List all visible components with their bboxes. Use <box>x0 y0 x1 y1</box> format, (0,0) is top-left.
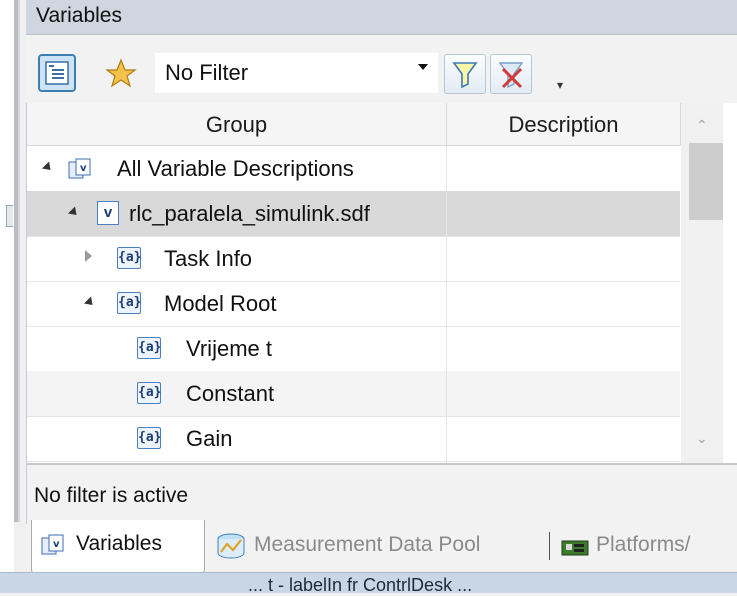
tab-separator <box>549 532 550 560</box>
tree-view-icon <box>45 61 69 85</box>
edit-filter-button[interactable] <box>444 54 486 94</box>
left-window-edge <box>0 0 14 592</box>
panel-title: Variables <box>36 4 122 27</box>
filter-dropdown-value: No Filter <box>165 60 249 85</box>
tree-row-label: Vrijeme t <box>186 336 272 361</box>
tab-variables-label: Variables <box>76 532 162 555</box>
clear-filter-button[interactable] <box>490 54 532 94</box>
variable-file-icon: v <box>97 201 119 225</box>
tree-row[interactable]: {a} Task Info <box>27 236 680 282</box>
panel-title-bar <box>26 0 737 35</box>
svg-text:v: v <box>53 539 60 550</box>
variable-block-icon: {a} <box>117 292 141 314</box>
column-header-description[interactable]: Description <box>447 103 681 146</box>
variable-block-icon: {a} <box>117 247 141 269</box>
tab-variables[interactable]: v Variables <box>31 520 205 573</box>
collapsed-arrow-icon[interactable] <box>85 250 92 262</box>
tree-row[interactable]: {a} Vrijeme t <box>27 326 680 372</box>
expanded-arrow-icon[interactable] <box>83 296 97 309</box>
svg-text:v: v <box>80 163 87 174</box>
variable-block-icon: {a} <box>137 427 161 449</box>
tree-row-label: Gain <box>186 426 233 451</box>
variables-tab-icon: v <box>41 534 64 555</box>
column-header-group[interactable]: Group <box>27 103 447 146</box>
description-column-divider <box>446 146 447 463</box>
funnel-icon <box>452 62 478 89</box>
variable-block-icon: {a} <box>137 337 161 359</box>
tree-row[interactable]: {a} Model Root <box>27 281 680 327</box>
column-header-description-label: Description <box>508 112 619 137</box>
column-header-group-label: Group <box>205 112 268 137</box>
filter-status-text: No filter is active <box>34 484 189 507</box>
favorites-button[interactable] <box>103 56 139 90</box>
toolbar-overflow-icon[interactable]: ▾ <box>557 78 563 92</box>
bottom-window-title: ... t - labelIn fr ContrlDesk ... <box>248 575 473 595</box>
tree-row-label: rlc_paralela_simulink.sdf <box>129 201 370 226</box>
scroll-down-icon[interactable]: ⌄ <box>696 430 708 447</box>
variable-group-icon: v <box>68 158 91 179</box>
tree-row[interactable]: {a} Constant <box>27 371 680 417</box>
splitter-handle[interactable] <box>6 205 13 227</box>
scrollbar-thumb[interactable] <box>689 143 723 220</box>
tree-row-label: All Variable Descriptions <box>117 156 354 181</box>
tree-view-button[interactable] <box>38 54 76 92</box>
tree-row[interactable]: v rlc_paralela_simulink.sdf <box>27 191 680 237</box>
tree-row[interactable]: v All Variable Descriptions <box>27 146 680 192</box>
variable-block-icon: {a} <box>137 382 161 404</box>
tree-row[interactable]: {a} Gain <box>27 416 680 462</box>
tree-row-label: Model Root <box>164 291 277 316</box>
chevron-down-icon[interactable] <box>418 64 428 70</box>
measurement-data-pool-icon <box>217 533 245 559</box>
funnel-clear-icon <box>498 62 524 89</box>
tree-row-label: Constant <box>186 381 275 406</box>
platforms-icon <box>561 540 589 556</box>
expanded-arrow-icon[interactable] <box>67 206 81 219</box>
tab-measurement-data-pool[interactable]: Measurement Data Pool <box>254 533 480 557</box>
tab-platforms[interactable]: Platforms/ <box>596 533 691 557</box>
left-divider-highlight <box>18 0 20 522</box>
scroll-up-icon[interactable]: ⌃ <box>696 117 708 134</box>
expanded-arrow-icon[interactable] <box>41 161 55 174</box>
star-icon <box>105 58 137 88</box>
tree-row-label: Task Info <box>164 246 253 271</box>
grid-bottom-border <box>27 463 737 465</box>
